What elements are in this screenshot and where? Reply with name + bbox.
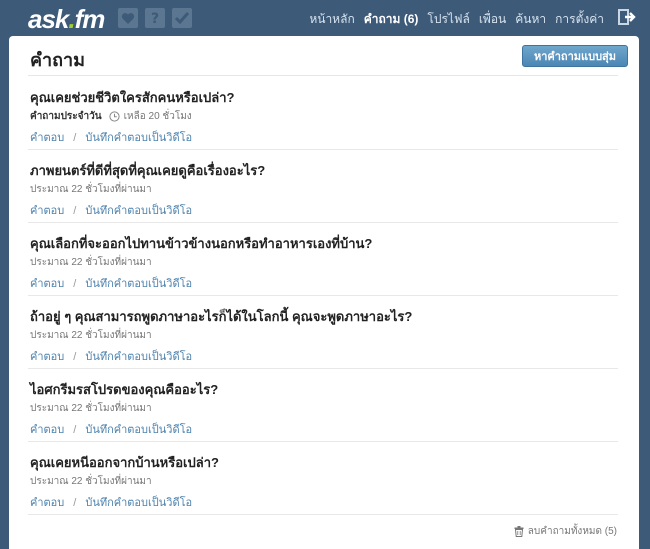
nav-search[interactable]: ค้นหา — [515, 10, 546, 29]
question-icon[interactable]: ? — [145, 8, 165, 28]
question-time: ประมาณ 22 ชั่วโมงที่ผ่านมา — [30, 330, 152, 341]
video-answer-link[interactable]: บันทึกคำตอบเป็นวิดีโอ — [85, 424, 192, 436]
question-time: ประมาณ 22 ชั่วโมงที่ผ่านมา — [30, 184, 152, 195]
question-meta: ประมาณ 22 ชั่วโมงที่ผ่านมา — [30, 328, 152, 343]
question-actions: คำตอบ / บันทึกคำตอบเป็นวิดีโอ — [30, 493, 192, 511]
logo-text-tail: fm — [74, 4, 106, 34]
question-item: ไอศกรีมรสโปรดของคุณคืออะไร? ประมาณ 22 ชั… — [28, 369, 618, 442]
question-title[interactable]: คุณเลือกที่จะออกไปทานข้าวข้างนอกหรือทำอา… — [30, 233, 372, 254]
question-time: ประมาณ 22 ชั่วโมงที่ผ่านมา — [30, 476, 152, 487]
question-actions: คำตอบ / บันทึกคำตอบเป็นวิดีโอ — [30, 128, 192, 146]
nav-settings[interactable]: การตั้งค่า — [555, 10, 604, 29]
separator: / — [73, 132, 77, 144]
separator: / — [73, 351, 77, 363]
question-time: ประมาณ 22 ชั่วโมงที่ผ่านมา — [30, 257, 152, 268]
video-answer-link[interactable]: บันทึกคำตอบเป็นวิดีโอ — [85, 278, 192, 290]
video-answer-link[interactable]: บันทึกคำตอบเป็นวิดีโอ — [85, 132, 192, 144]
answer-link[interactable]: คำตอบ — [30, 278, 64, 290]
question-meta: คำถามประจำวัน เหลือ 20 ชั่วโมง — [30, 109, 192, 124]
question-time: ประมาณ 22 ชั่วโมงที่ผ่านมา — [30, 403, 152, 414]
top-bar: ask.fm ? หน้าหลัก คำถาม (6) โปรไฟล์ เพื่… — [0, 0, 650, 36]
question-item: คุณเคยช่วยชีวิตใครสักคนหรือเปล่า? คำถามป… — [28, 77, 618, 150]
svg-text:?: ? — [151, 11, 159, 25]
page-title: คำถาม — [30, 50, 86, 70]
question-meta: ประมาณ 22 ชั่วโมงที่ผ่านมา — [30, 182, 152, 197]
question-title[interactable]: คุณเคยหนีออกจากบ้านหรือเปล่า? — [30, 452, 219, 473]
heart-icon[interactable] — [118, 8, 138, 28]
separator: / — [73, 205, 77, 217]
question-actions: คำตอบ / บันทึกคำตอบเป็นวิดีโอ — [30, 420, 192, 438]
separator: / — [73, 424, 77, 436]
question-title[interactable]: ภาพยนตร์ที่ดีที่สุดที่คุณเคยดูคือเรื่องอ… — [30, 160, 265, 181]
question-item: คุณเคยหนีออกจากบ้านหรือเปล่า? ประมาณ 22 … — [28, 442, 618, 515]
question-actions: คำตอบ / บันทึกคำตอบเป็นวิดีโอ — [30, 201, 192, 219]
question-title[interactable]: คุณเคยช่วยชีวิตใครสักคนหรือเปล่า? — [30, 87, 235, 108]
logo-text: ask — [28, 4, 69, 34]
random-question-button[interactable]: หาคำถามแบบสุ่ม — [522, 45, 628, 67]
question-meta: ประมาณ 22 ชั่วโมงที่ผ่านมา — [30, 401, 152, 416]
separator: / — [73, 278, 77, 290]
question-meta: ประมาณ 22 ชั่วโมงที่ผ่านมา — [30, 474, 152, 489]
question-actions: คำตอบ / บันทึกคำตอบเป็นวิดีโอ — [30, 274, 192, 292]
question-item: ถ้าอยู่ ๆ คุณสามารถพูดภาษาอะไรก็ได้ในโลก… — [28, 296, 618, 369]
video-answer-link[interactable]: บันทึกคำตอบเป็นวิดีโอ — [85, 205, 192, 217]
clock-icon — [108, 111, 120, 122]
video-answer-link[interactable]: บันทึกคำตอบเป็นวิดีโอ — [85, 351, 192, 363]
nav-profile[interactable]: โปรไฟล์ — [427, 10, 469, 29]
separator: / — [73, 497, 77, 509]
answer-link[interactable]: คำตอบ — [30, 205, 64, 217]
answer-link[interactable]: คำตอบ — [30, 497, 64, 509]
question-meta: ประมาณ 22 ชั่วโมงที่ผ่านมา — [30, 255, 152, 270]
nav-home[interactable]: หน้าหลัก — [309, 10, 354, 29]
logout-icon[interactable] — [618, 9, 636, 28]
main-nav: หน้าหลัก คำถาม (6) โปรไฟล์ เพื่อน ค้นหา … — [309, 10, 604, 29]
video-answer-link[interactable]: บันทึกคำตอบเป็นวิดีโอ — [85, 497, 192, 509]
question-item: ภาพยนตร์ที่ดีที่สุดที่คุณเคยดูคือเรื่องอ… — [28, 150, 618, 223]
question-title[interactable]: ไอศกรีมรสโปรดของคุณคืออะไร? — [30, 379, 218, 400]
nav-questions[interactable]: คำถาม (6) — [364, 10, 419, 29]
question-actions: คำตอบ / บันทึกคำตอบเป็นวิดีโอ — [30, 347, 192, 365]
question-list: คุณเคยช่วยชีวิตใครสักคนหรือเปล่า? คำถามป… — [28, 77, 618, 515]
daily-question-label: คำถามประจำวัน — [30, 111, 102, 122]
nav-friends[interactable]: เพื่อน — [479, 10, 506, 29]
trash-icon — [514, 526, 524, 537]
questions-panel: คำถาม หาคำถามแบบสุ่ม คุณเคยช่วยชีวิตใครส… — [9, 36, 639, 549]
question-title[interactable]: ถ้าอยู่ ๆ คุณสามารถพูดภาษาอะไรก็ได้ในโลก… — [30, 306, 412, 327]
question-item: คุณเลือกที่จะออกไปทานข้าวข้างนอกหรือทำอา… — [28, 223, 618, 296]
answer-link[interactable]: คำตอบ — [30, 424, 64, 436]
time-remaining: เหลือ 20 ชั่วโมง — [123, 111, 192, 122]
answer-link[interactable]: คำตอบ — [30, 351, 64, 363]
askfm-logo[interactable]: ask.fm — [28, 4, 106, 35]
panel-header: คำถาม หาคำถามแบบสุ่ม — [28, 36, 628, 76]
answer-link[interactable]: คำตอบ — [30, 132, 64, 144]
delete-all-label: ลบคำถามทั้งหมด (5) — [527, 526, 617, 537]
check-icon[interactable] — [172, 8, 192, 28]
delete-all-questions-button[interactable]: ลบคำถามทั้งหมด (5) — [514, 524, 617, 539]
